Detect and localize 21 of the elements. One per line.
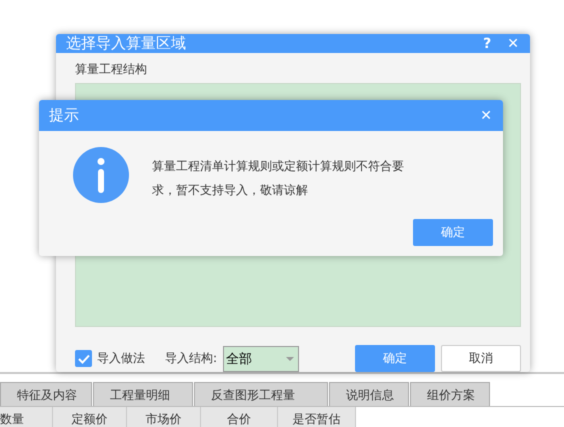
checkbox-label: 导入做法: [97, 350, 145, 367]
info-icon: [73, 147, 129, 203]
structure-dropdown[interactable]: 全部: [223, 346, 300, 372]
tab[interactable]: 反查图形工程量: [194, 382, 328, 406]
column-header: 数量: [0, 407, 53, 427]
caret-icon: [286, 356, 294, 360]
tab[interactable]: 工程量明细: [93, 382, 193, 406]
column-header: 合价: [201, 407, 278, 427]
cancel-button[interactable]: 取消: [441, 345, 521, 372]
column-header: 是否暂估: [278, 407, 356, 427]
section-label: 算量工程结构: [75, 61, 148, 77]
tab[interactable]: 说明信息: [329, 382, 409, 406]
structure-label: 导入结构:: [165, 350, 218, 367]
column-header: 市场价: [127, 407, 201, 427]
tab[interactable]: 组价方案: [410, 382, 490, 406]
column-header: 定额价: [53, 407, 127, 427]
tab[interactable]: 特征及内容: [0, 382, 92, 406]
alert-message: 算量工程清单计算规则或定额计算规则不符合要求，暂不支持导入，敬请谅解: [152, 158, 405, 199]
alert-title: 提示: [49, 106, 80, 125]
dialog-title: 选择导入算量区域: [66, 34, 187, 53]
checkbox[interactable]: [75, 350, 92, 367]
